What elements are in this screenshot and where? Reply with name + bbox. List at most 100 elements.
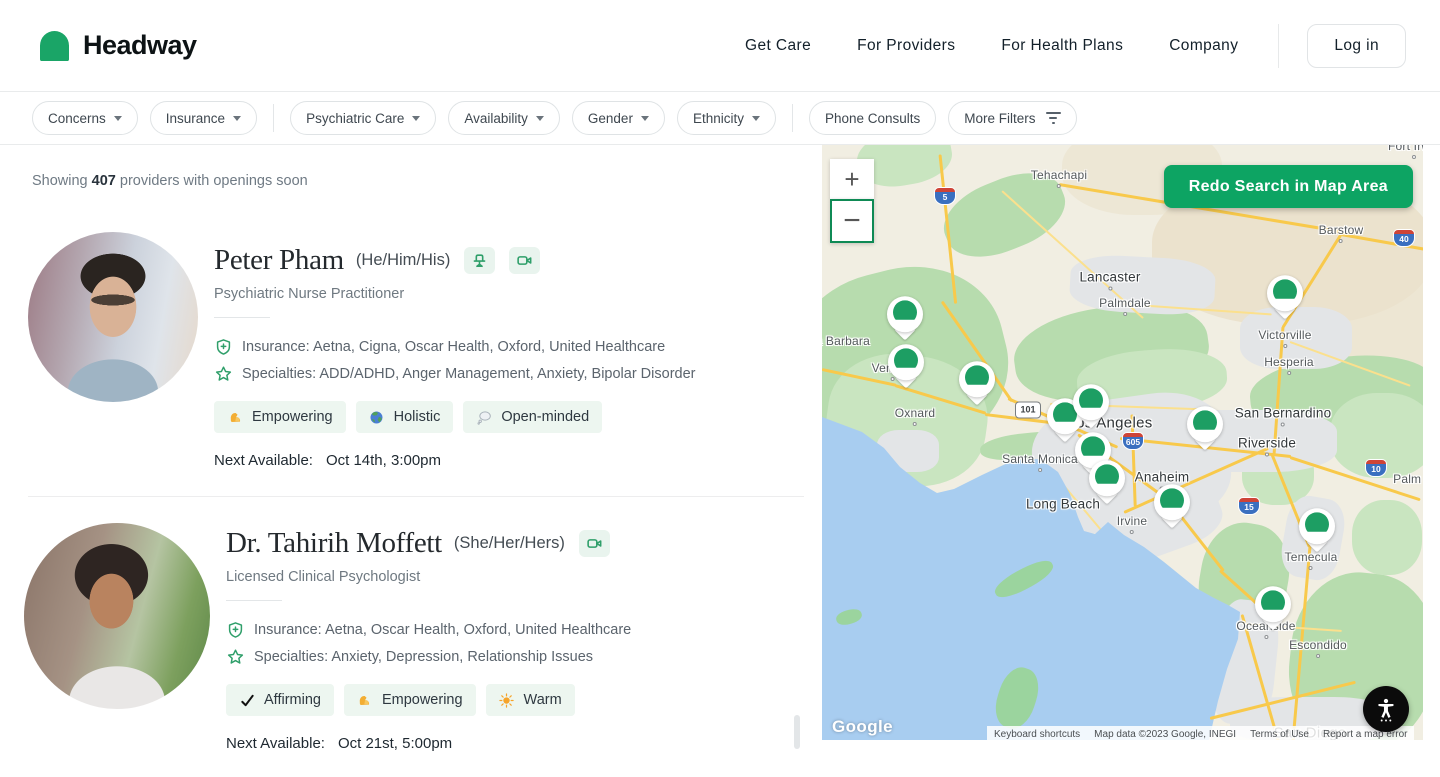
filter-availability[interactable]: Availability xyxy=(448,101,560,135)
globe-icon xyxy=(369,409,385,425)
insurance-list: Aetna, Cigna, Oscar Health, Oxford, Unit… xyxy=(313,339,665,355)
map-city-label: Palmdale xyxy=(1099,296,1151,310)
chevron-down-icon xyxy=(752,116,760,121)
filter-insurance[interactable]: Insurance xyxy=(150,101,257,135)
map-city-label: Fort Irwin xyxy=(1388,145,1423,153)
map-data-attribution: Map data ©2023 Google, INEGI xyxy=(1087,726,1243,740)
city-dot-icon xyxy=(1283,344,1287,348)
nav-get-care[interactable]: Get Care xyxy=(745,37,811,55)
filter-label: Phone Consults xyxy=(825,111,920,126)
map-city-label: Escondido xyxy=(1289,638,1347,652)
city-dot-icon xyxy=(1412,155,1416,159)
provider-name[interactable]: Dr. Tahirih Moffett xyxy=(226,527,442,560)
showing-prefix: Showing xyxy=(32,173,88,189)
map-city-label: San Bernardino xyxy=(1235,406,1332,421)
filter-phone-consults[interactable]: Phone Consults xyxy=(809,101,936,135)
filter-more-filters[interactable]: More Filters xyxy=(948,101,1076,135)
city-dot-icon xyxy=(1108,287,1112,291)
in-person-chair-icon xyxy=(464,247,495,274)
provider-map-pin[interactable] xyxy=(887,344,925,396)
keyboard-shortcuts-link[interactable]: Keyboard shortcuts xyxy=(987,726,1087,740)
zoom-in-button[interactable]: + xyxy=(830,159,874,199)
accessibility-button[interactable] xyxy=(1363,686,1409,732)
nav-for-providers[interactable]: For Providers xyxy=(857,37,955,55)
check-mark-icon xyxy=(239,692,255,708)
map-city-label: Santa Barbara xyxy=(822,334,870,348)
scrollbar-thumb[interactable] xyxy=(794,715,800,749)
map-zoom-controls: + − xyxy=(830,159,874,243)
badge-open-minded: Open-minded xyxy=(463,401,602,433)
filter-label: Gender xyxy=(588,111,633,126)
badge-holistic: Holistic xyxy=(356,401,454,433)
video-icon xyxy=(579,530,610,557)
report-map-error-link[interactable]: Report a map error xyxy=(1316,726,1414,740)
badge-warm: Warm xyxy=(486,684,575,716)
terms-of-use-link[interactable]: Terms of Use xyxy=(1243,726,1316,740)
headway-logo[interactable]: Headway xyxy=(40,30,197,61)
nav-for-health-plans[interactable]: For Health Plans xyxy=(1001,37,1123,55)
next-available-value: Oct 21st, 5:00pm xyxy=(338,735,452,752)
badge-empowering: Empowering xyxy=(344,684,476,716)
insurance-row: Insurance: Aetna, Cigna, Oscar Health, O… xyxy=(214,334,695,361)
provider-map-pin[interactable] xyxy=(1088,460,1126,512)
interstate-shield-icon: 5 xyxy=(934,187,956,205)
specialties-label: Specialties: xyxy=(254,649,328,665)
provider-card[interactable]: Dr. Tahirih Moffett (She/Her/Hers) Licen… xyxy=(28,523,808,752)
insurance-row: Insurance: Aetna, Oscar Health, Oxford, … xyxy=(226,617,631,644)
provider-card[interactable]: Peter Pham (He/Him/His) Psychiatric Nurs… xyxy=(28,232,808,469)
star-icon xyxy=(226,648,245,667)
zoom-out-button[interactable]: − xyxy=(830,199,874,243)
next-available-label: Next Available: xyxy=(214,452,313,469)
filter-ethnicity[interactable]: Ethnicity xyxy=(677,101,776,135)
provider-photo[interactable] xyxy=(24,523,210,709)
shield-plus-icon xyxy=(226,621,245,640)
provider-map-pin[interactable] xyxy=(1254,586,1292,638)
provider-name[interactable]: Peter Pham xyxy=(214,244,344,277)
specialties-list: ADD/ADHD, Anger Management, Anxiety, Bip… xyxy=(319,366,695,382)
filter-label: Psychiatric Care xyxy=(306,111,404,126)
provider-photo[interactable] xyxy=(28,232,198,402)
chevron-down-icon xyxy=(641,116,649,121)
card-separator xyxy=(28,496,804,497)
city-dot-icon xyxy=(1316,654,1320,658)
provider-map-pin[interactable] xyxy=(1072,384,1110,436)
divider xyxy=(226,600,282,601)
badge-label: Open-minded xyxy=(501,409,589,425)
map-canvas[interactable]: 5401016051015 TehachapiFort IrwinLancast… xyxy=(822,145,1423,740)
insurance-list: Aetna, Oscar Health, Oxford, United Heal… xyxy=(325,622,631,638)
badge-label: Empowering xyxy=(252,409,333,425)
primary-nav: Get Care For Providers For Health Plans … xyxy=(745,37,1238,55)
next-available-value: Oct 14th, 3:00pm xyxy=(326,452,441,469)
provider-map-pin[interactable] xyxy=(1266,275,1304,327)
provider-map-pin[interactable] xyxy=(1153,484,1191,536)
city-dot-icon xyxy=(1038,468,1042,472)
redo-search-button[interactable]: Redo Search in Map Area xyxy=(1164,165,1413,208)
map-city-label: Santa Monica xyxy=(1002,452,1078,466)
map-city-label: Palm Springs xyxy=(1393,472,1423,486)
filter-divider xyxy=(273,104,274,132)
provider-map-pin[interactable] xyxy=(1298,508,1336,560)
filter-concerns[interactable]: Concerns xyxy=(32,101,138,135)
chevron-down-icon xyxy=(412,116,420,121)
filter-divider xyxy=(792,104,793,132)
provider-map-pin[interactable] xyxy=(886,296,924,348)
provider-map-pin[interactable] xyxy=(958,361,996,413)
google-logo[interactable]: Google xyxy=(832,717,893,737)
login-button[interactable]: Log in xyxy=(1307,24,1406,68)
map-city-label: Barstow xyxy=(1319,223,1364,237)
filter-bar: Concerns Insurance Psychiatric Care Avai… xyxy=(0,92,1440,145)
city-dot-icon xyxy=(1265,453,1269,457)
thought-balloon-icon xyxy=(476,409,492,425)
provider-title: Licensed Clinical Psychologist xyxy=(226,569,631,585)
map-city-label: Hesperia xyxy=(1264,355,1314,369)
filter-label: More Filters xyxy=(964,111,1035,126)
map-city-label: Anaheim xyxy=(1135,470,1190,485)
showing-suffix: providers with openings soon xyxy=(120,173,308,189)
filter-psychiatric-care[interactable]: Psychiatric Care xyxy=(290,101,436,135)
filter-label: Ethnicity xyxy=(693,111,744,126)
us-route-shield-icon: 101 xyxy=(1015,402,1041,419)
filter-gender[interactable]: Gender xyxy=(572,101,665,135)
nav-company[interactable]: Company xyxy=(1169,37,1238,55)
provider-map-pin[interactable] xyxy=(1186,406,1224,458)
provider-info: Peter Pham (He/Him/His) Psychiatric Nurs… xyxy=(214,232,695,469)
